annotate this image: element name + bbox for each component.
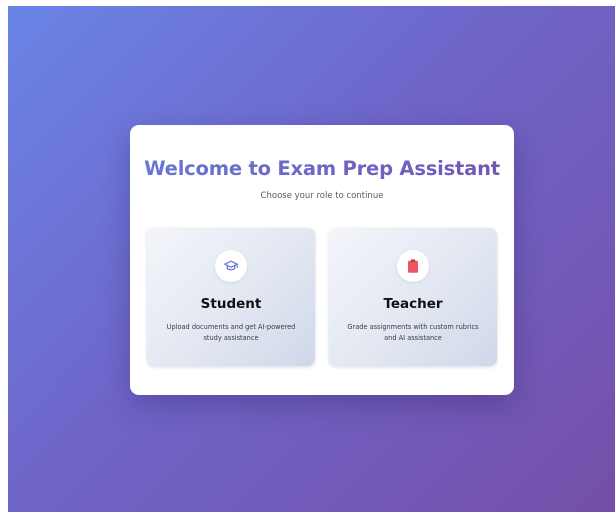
app-background: Welcome to Exam Prep Assistant Choose yo… bbox=[8, 6, 615, 512]
graduation-cap-icon bbox=[224, 260, 238, 271]
welcome-title: Welcome to Exam Prep Assistant bbox=[130, 157, 514, 180]
student-role-title: Student bbox=[200, 296, 262, 312]
welcome-subtitle: Choose your role to continue bbox=[260, 191, 384, 201]
welcome-card: Welcome to Exam Prep Assistant Choose yo… bbox=[130, 125, 514, 395]
clipboard-icon bbox=[408, 259, 418, 273]
student-role-description: Upload documents and get AI-powered stud… bbox=[166, 323, 296, 342]
teacher-icon-container bbox=[397, 250, 429, 282]
teacher-role-card[interactable]: Teacher Grade assignments with custom ru… bbox=[329, 228, 497, 366]
teacher-role-title: Teacher bbox=[383, 296, 443, 312]
teacher-role-description: Grade assignments with custom rubrics an… bbox=[347, 323, 479, 342]
student-role-card[interactable]: Student Upload documents and get AI-powe… bbox=[147, 228, 315, 366]
student-icon-container bbox=[215, 250, 247, 282]
